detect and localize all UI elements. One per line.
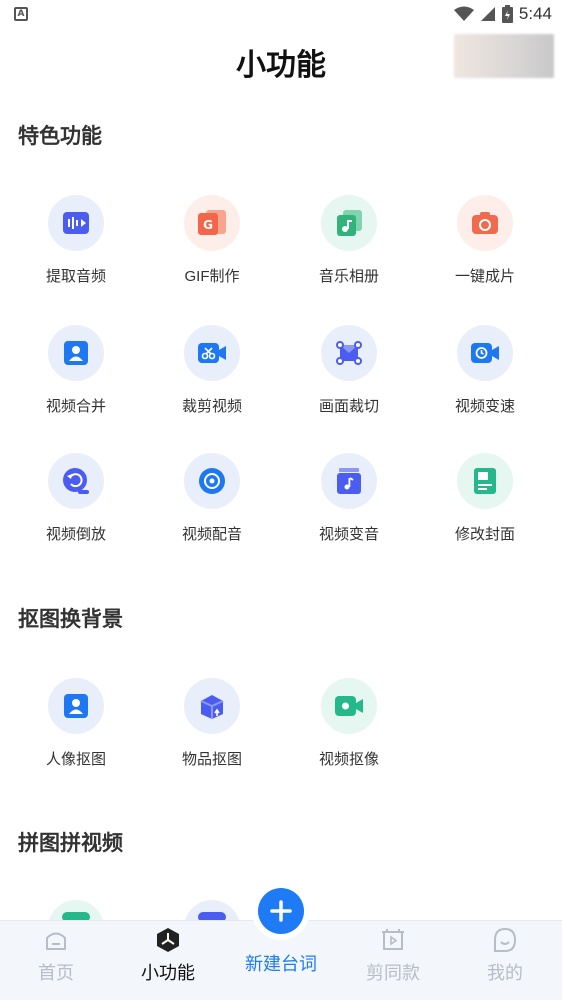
template-icon — [382, 929, 404, 950]
new-script-label[interactable]: 新建台词 — [226, 950, 336, 976]
tools-icon — [157, 928, 179, 952]
tool-video-merge[interactable]: 视频合并 — [8, 325, 144, 416]
tool-gif[interactable]: G GIF制作 — [144, 195, 280, 286]
video-cutout-icon-bg — [321, 678, 377, 734]
tool-label: GIF制作 — [184, 268, 240, 285]
section-title-cutout: 抠图换背景 — [18, 608, 123, 631]
tool-label: 视频倒放 — [45, 526, 106, 543]
crop-icon — [336, 341, 362, 365]
cover-icon-bg — [457, 453, 513, 509]
dubbing-icon — [199, 468, 225, 494]
new-script-button[interactable] — [258, 888, 304, 934]
video-merge-icon-bg — [48, 325, 104, 381]
tool-label: 裁剪视频 — [181, 398, 242, 415]
wifi-icon — [453, 6, 474, 21]
notification-icon: A — [14, 7, 28, 21]
tool-voice-change[interactable]: 视频变音 — [281, 453, 417, 544]
tool-cover[interactable]: 修改封面 — [417, 453, 553, 544]
gif-icon-bg: G — [184, 195, 240, 251]
section-title-collage: 拼图拼视频 — [18, 832, 123, 855]
crop-icon-bg — [321, 325, 377, 381]
tab-label: 我的 — [487, 963, 523, 983]
tool-extract-audio[interactable]: 提取音频 — [8, 195, 144, 286]
extract-audio-icon-bg — [48, 195, 104, 251]
tab-label: 小功能 — [141, 963, 195, 983]
tab-tools[interactable]: 小功能 — [128, 927, 208, 985]
tool-label: 视频配音 — [181, 526, 242, 543]
tool-music-album[interactable]: 音乐相册 — [281, 195, 417, 286]
tool-portrait-cutout[interactable]: 人像抠图 — [8, 678, 144, 769]
tab-home[interactable]: 首页 — [16, 927, 96, 985]
svg-text:G: G — [203, 218, 213, 232]
object-cutout-icon-bg — [184, 678, 240, 734]
tool-one-click[interactable]: 一键成片 — [417, 195, 553, 286]
portrait-cutout-icon-bg — [48, 678, 104, 734]
tab-label: 剪同款 — [366, 963, 420, 983]
music-album-icon-bg — [321, 195, 377, 251]
tool-label: 人像抠图 — [45, 751, 106, 768]
video-merge-icon — [64, 341, 88, 365]
tool-label: 视频合并 — [45, 398, 106, 415]
tab-label: 首页 — [38, 963, 74, 983]
tool-label: 音乐相册 — [318, 268, 379, 285]
tool-label: 物品抠图 — [181, 751, 242, 768]
tool-speed[interactable]: 视频变速 — [417, 325, 553, 416]
tool-label: 画面裁切 — [318, 398, 379, 415]
profile-icon — [494, 927, 517, 952]
tool-label: 一键成片 — [454, 268, 515, 285]
tab-profile[interactable]: 我的 — [465, 927, 545, 985]
status-right: 5:44 — [453, 4, 552, 24]
tool-label: 修改封面 — [454, 526, 515, 543]
tool-label: 提取音频 — [45, 268, 106, 285]
video-cutout-icon — [335, 696, 363, 716]
music-album-icon — [337, 210, 362, 236]
tool-video-cut[interactable]: 裁剪视频 — [144, 325, 280, 416]
signal-icon — [480, 7, 495, 21]
speed-icon-bg — [457, 325, 513, 381]
tool-reverse[interactable]: 视频倒放 — [8, 453, 144, 544]
tool-label: 视频变速 — [454, 398, 515, 415]
tool-crop[interactable]: 画面裁切 — [281, 325, 417, 416]
speed-icon — [471, 343, 499, 363]
tool-label: 视频变音 — [318, 526, 379, 543]
video-cut-icon-bg — [184, 325, 240, 381]
tab-templates[interactable]: 剪同款 — [353, 927, 433, 985]
portrait-cutout-icon — [64, 694, 88, 718]
tool-label: 视频抠像 — [318, 751, 379, 768]
video-cut-icon — [198, 343, 226, 363]
gif-icon: G — [198, 210, 226, 235]
audio-extract-icon — [63, 212, 89, 234]
home-icon — [46, 932, 66, 950]
reverse-icon — [63, 468, 89, 494]
object-cutout-icon — [200, 695, 224, 719]
header: 小功能 — [0, 30, 562, 90]
clock: 5:44 — [518, 4, 552, 23]
section-title-featured: 特色功能 — [18, 125, 102, 148]
reverse-icon-bg — [48, 453, 104, 509]
plus-icon — [270, 900, 292, 922]
tool-dubbing[interactable]: 视频配音 — [144, 453, 280, 544]
tool-video-cutout[interactable]: 视频抠像 — [281, 678, 417, 769]
tool-object-cutout[interactable]: 物品抠图 — [144, 678, 280, 769]
dubbing-icon-bg — [184, 453, 240, 509]
cover-icon — [474, 468, 496, 494]
status-bar: A 5:44 — [0, 0, 562, 30]
battery-icon — [501, 5, 513, 23]
voice-change-icon — [337, 468, 361, 494]
voice-change-icon-bg — [321, 453, 377, 509]
header-thumbnail[interactable] — [454, 34, 554, 78]
camera-icon — [472, 212, 498, 234]
camera-icon-bg — [457, 195, 513, 251]
